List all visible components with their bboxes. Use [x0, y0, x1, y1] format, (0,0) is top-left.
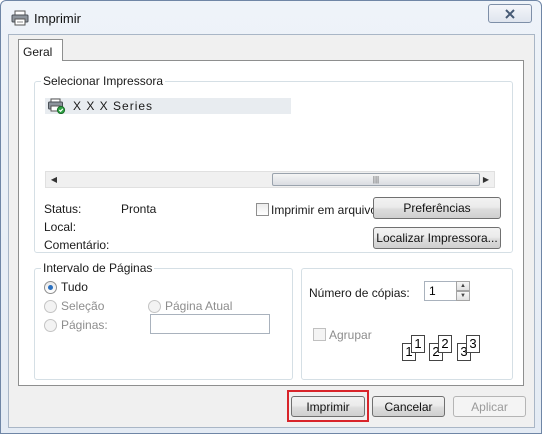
collate-label: Agrupar: [329, 328, 372, 342]
collate-checkbox[interactable]: [313, 328, 326, 341]
printer-name: X X X Series: [73, 99, 154, 113]
status-label: Status:: [44, 202, 82, 216]
scroll-right-icon[interactable]: ▶: [478, 172, 494, 187]
increase-copies-button[interactable]: ▲: [456, 281, 470, 291]
title-bar: Imprimir: [1, 1, 541, 35]
copies-input[interactable]: [424, 281, 456, 301]
current-page-radio[interactable]: [148, 300, 161, 313]
page-range-group-title: Intervalo de Páginas: [41, 261, 155, 275]
pages-radio[interactable]: [44, 319, 57, 332]
tab-panel-geral: Selecionar Impressora X X X Series ◀ |||: [18, 60, 524, 386]
pages-label: Páginas:: [61, 318, 108, 332]
page-range-group: Intervalo de Páginas Tudo Seleção Página…: [34, 261, 293, 380]
window-title: Imprimir: [34, 11, 81, 26]
location-label: Local:: [44, 220, 77, 234]
spin-down-icon: ▼: [460, 293, 466, 299]
decrease-copies-button[interactable]: ▼: [456, 291, 470, 301]
collate-page-2b: 2: [438, 335, 452, 353]
printer-ready-icon: [48, 98, 66, 114]
collate-page-1b: 1: [411, 335, 425, 353]
preferences-button[interactable]: Preferências: [373, 197, 501, 219]
current-page-label: Página Atual: [165, 299, 233, 313]
collate-page-3b: 3: [466, 335, 480, 353]
spin-up-icon: ▲: [460, 283, 466, 289]
copies-label: Número de cópias:: [309, 286, 410, 300]
tab-geral[interactable]: Geral: [18, 39, 63, 61]
close-button[interactable]: [488, 4, 532, 23]
find-printer-button[interactable]: Localizar Impressora...: [373, 227, 501, 249]
print-button[interactable]: Imprimir: [291, 396, 365, 417]
collate-illustration: 1 1 2 2 3 3: [402, 329, 502, 363]
grip-icon: |||: [372, 175, 380, 184]
print-to-file-label: Imprimir em arquivo: [271, 203, 378, 217]
select-printer-group-title: Selecionar Impressora: [41, 74, 166, 88]
horizontal-scrollbar[interactable]: ◀ ||| ▶: [45, 171, 495, 188]
status-value: Pronta: [121, 202, 157, 216]
scrollbar-thumb[interactable]: |||: [272, 173, 480, 186]
close-icon: [505, 8, 515, 19]
comment-label: Comentário:: [44, 238, 110, 252]
apply-button[interactable]: Aplicar: [453, 396, 526, 417]
selection-label: Seleção: [61, 299, 105, 313]
selection-radio[interactable]: [44, 300, 57, 313]
scroll-left-icon[interactable]: ◀: [46, 172, 62, 187]
cancel-button[interactable]: Cancelar: [372, 396, 445, 417]
print-dialog: Imprimir Geral Selecionar Impressora X X…: [0, 0, 542, 434]
select-printer-group: Selecionar Impressora X X X Series ◀ |||: [34, 74, 513, 253]
dialog-client-area: Geral Selecionar Impressora X X X Series: [8, 34, 535, 428]
all-pages-radio[interactable]: [44, 281, 57, 294]
pages-input[interactable]: [150, 314, 270, 334]
all-pages-label: Tudo: [61, 280, 88, 294]
printer-list-item[interactable]: X X X Series: [45, 98, 291, 114]
printer-icon: [11, 10, 29, 26]
copies-group: Número de cópias: ▲ ▼ Agrupar 1 1 2 2 3 …: [301, 268, 513, 380]
print-to-file-checkbox[interactable]: [256, 203, 269, 216]
